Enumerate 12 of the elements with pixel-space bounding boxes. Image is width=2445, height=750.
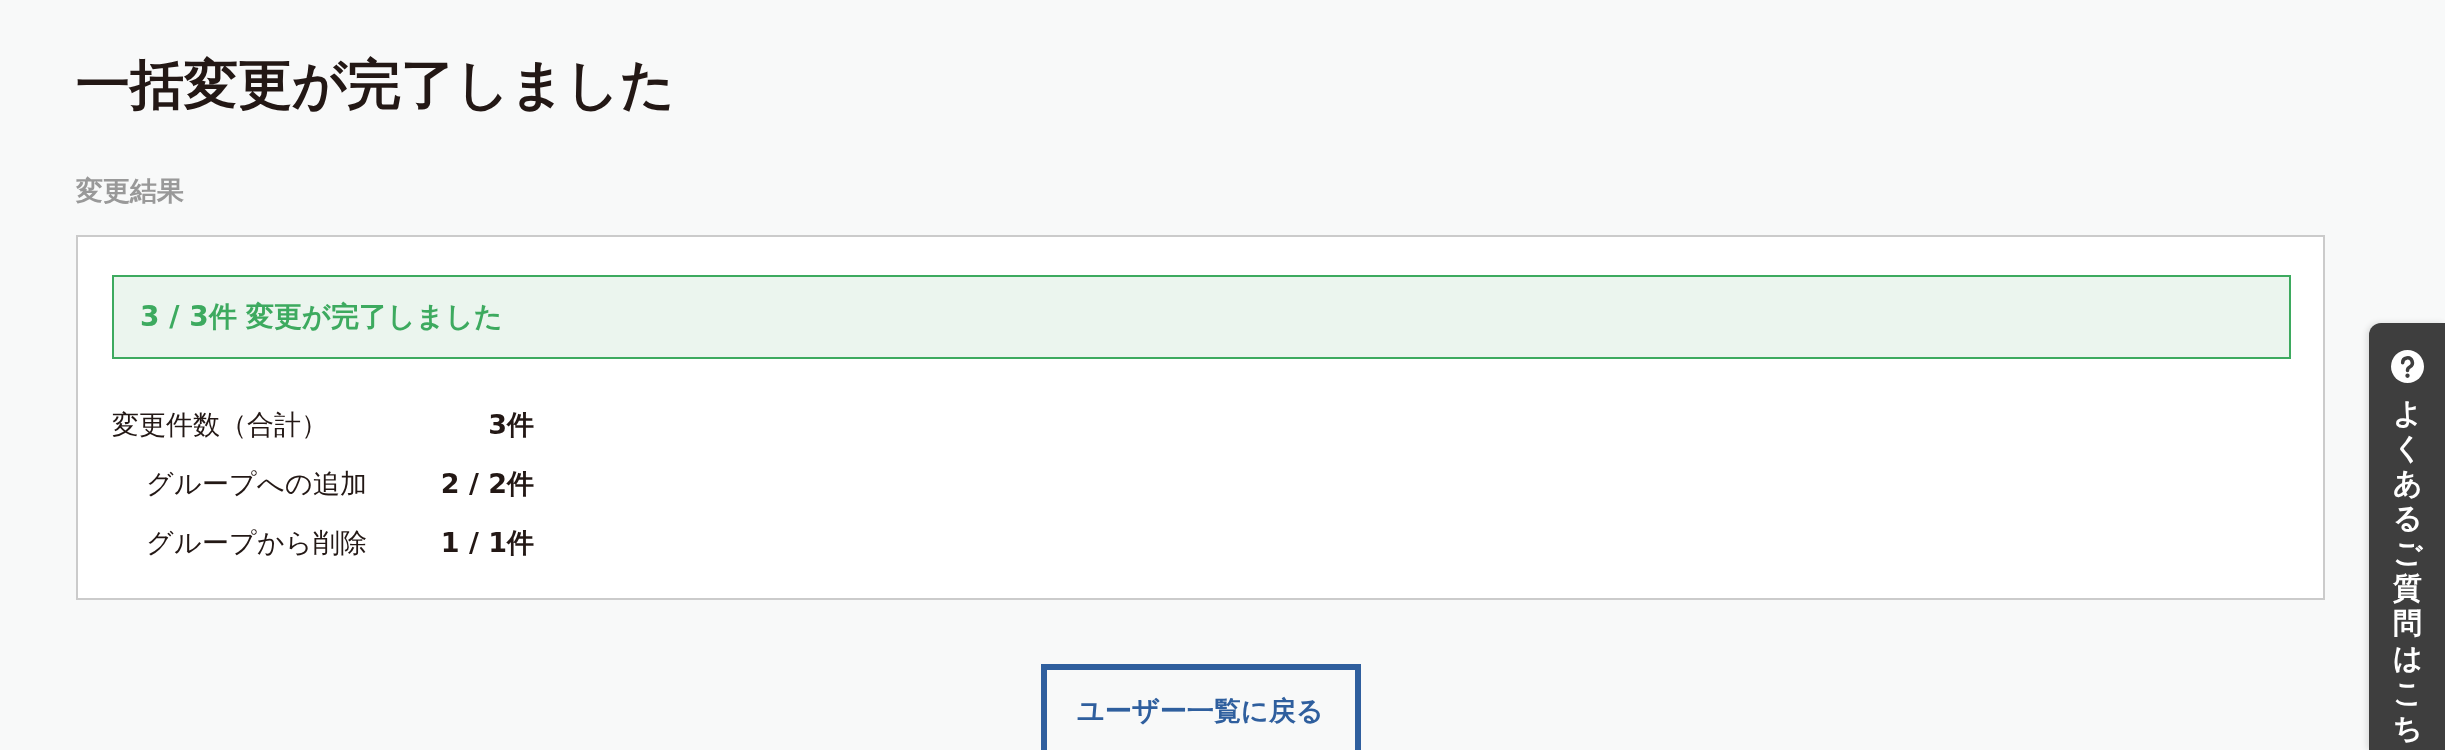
section-heading: 変更結果: [76, 174, 185, 208]
summary-label: 変更件数（合計）: [112, 408, 329, 442]
faq-tab[interactable]: よくあるご質問はこち: [2369, 323, 2445, 750]
summary-value: 2 / 2件: [439, 467, 534, 501]
help-icon: [2390, 350, 2424, 383]
back-button[interactable]: ユーザー一覧に戻る: [1040, 664, 1361, 750]
summary-label: グループから削除: [145, 526, 368, 560]
summary-label: グループへの追加: [145, 467, 368, 501]
summary-value: 1 / 1件: [439, 526, 534, 560]
page-title: 一括変更が完了しました: [76, 55, 676, 115]
summary-value: 3件: [487, 408, 534, 442]
success-banner: 3 / 3件 変更が完了しました: [112, 275, 2291, 359]
